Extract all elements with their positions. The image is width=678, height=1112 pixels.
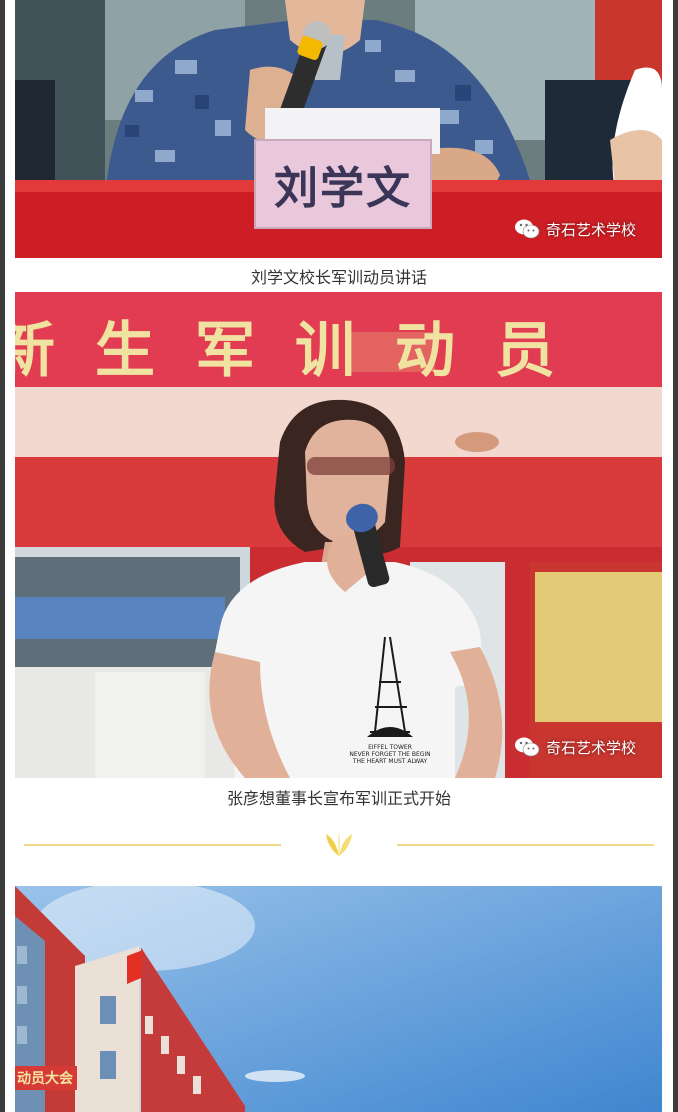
divider-line-right [397, 844, 654, 846]
building-banner-text: 动员大会 [17, 1071, 73, 1087]
right-frame-border [673, 0, 678, 1112]
wechat-icon [515, 737, 540, 757]
photo-campus-building: 动员大会 [15, 886, 662, 1112]
divider-line-left [24, 844, 281, 846]
shirt-line: NEVER FORGET THE BEGIN [349, 751, 431, 758]
wechat-watermark: 奇石艺术学校 [514, 736, 636, 758]
caption-principal-speech: 刘学文校长军训动员讲话 [250, 268, 427, 287]
leaf-ornament-icon [326, 830, 352, 856]
photo-chairman-speech: 新生军训动员 EIFFEL TOWER NEVER FORGET THE BEG… [15, 292, 662, 778]
banner-text: 新生军训动员 [15, 316, 595, 386]
wechat-icon [515, 219, 540, 239]
campus-building-image [15, 886, 662, 1112]
shirt-line: EIFFEL TOWER [368, 744, 412, 751]
watermark-text: 奇石艺术学校 [546, 220, 637, 239]
shirt-line: THE HEART MUST ALWAY [352, 758, 428, 765]
watermark-text: 奇石艺术学校 [546, 738, 637, 757]
photo-principal-speech: 刘学文 奇石艺术学校 [15, 0, 662, 258]
shirt-print-text: EIFFEL TOWER NEVER FORGET THE BEGIN THE … [335, 744, 445, 765]
wechat-watermark: 奇石艺术学校 [514, 218, 636, 240]
name-sign-text: 刘学文 [274, 163, 412, 214]
caption-chairman-speech: 张彦想董事长宣布军训正式开始 [226, 789, 451, 808]
left-frame-border [0, 0, 5, 1112]
